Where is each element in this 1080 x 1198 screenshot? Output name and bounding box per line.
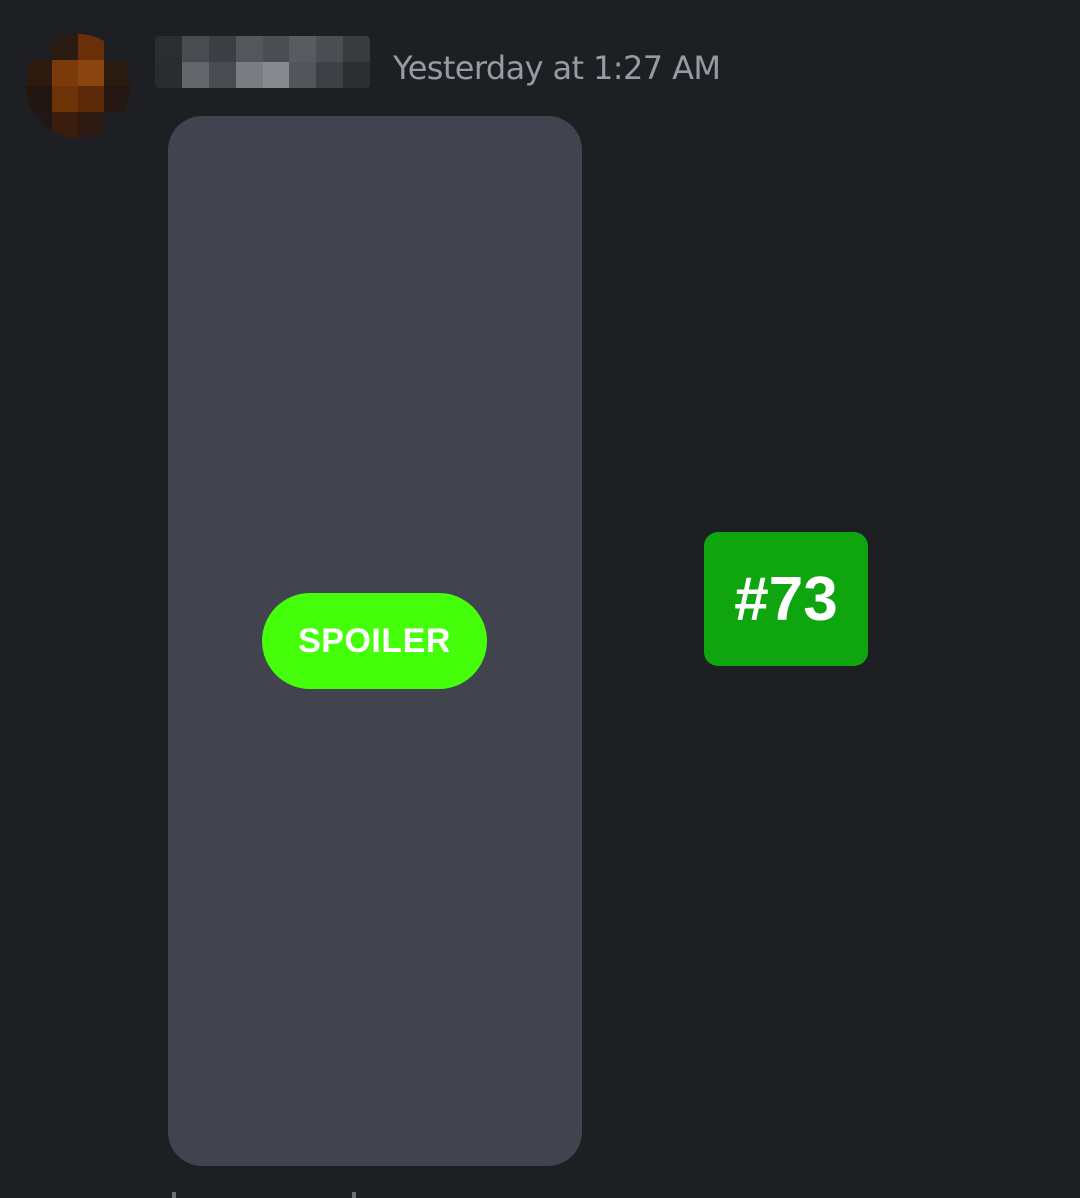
number-tag: #73 (704, 532, 868, 666)
user-avatar[interactable] (26, 34, 130, 138)
next-message-edge (168, 1190, 378, 1198)
message-timestamp[interactable]: Yesterday at 1:27 AM (393, 49, 721, 87)
chat-message: Yesterday at 1:27 AM SPOILER #73 (0, 0, 1080, 1198)
spoiler-image-attachment[interactable]: SPOILER (168, 116, 582, 1166)
spoiler-badge[interactable]: SPOILER (262, 593, 487, 689)
username-pixelated[interactable] (155, 36, 370, 88)
